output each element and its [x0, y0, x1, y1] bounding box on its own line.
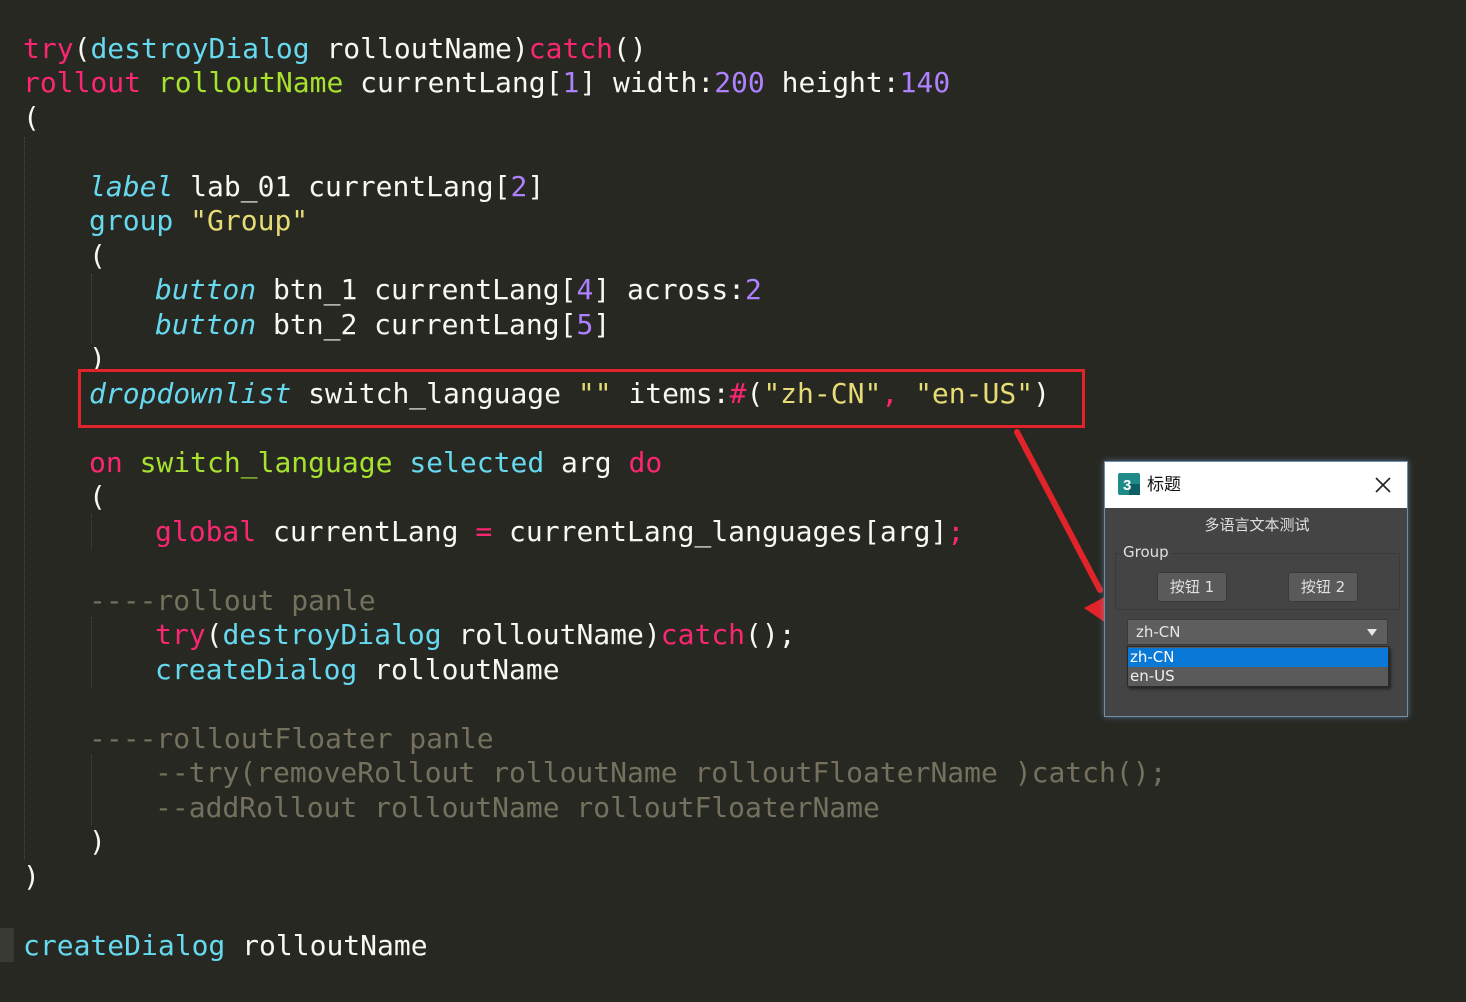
- label-lab-01: 多语言文本测试: [1204, 516, 1310, 534]
- dropdown-value: zh-CN: [1136, 623, 1181, 641]
- dialog-titlebar[interactable]: 3 标题: [1105, 462, 1407, 508]
- dropdown-option-en-us[interactable]: en-US: [1128, 667, 1388, 686]
- btn-1-button[interactable]: 按钮 1: [1157, 572, 1227, 602]
- switch-language-dropdown[interactable]: zh-CN: [1127, 619, 1388, 645]
- dropdown-arrow-icon: [1367, 629, 1377, 636]
- app-icon-glyph: 3: [1123, 477, 1131, 494]
- dropdown-option-zh-cn[interactable]: zh-CN: [1128, 648, 1388, 667]
- rollout-dialog: 3 标题 多语言文本测试 Group 按钮 1 按钮 2 zh-CN zh-CN…: [1104, 461, 1408, 717]
- dropdown-options-list: zh-CN en-US: [1127, 646, 1389, 687]
- close-icon[interactable]: [1373, 475, 1393, 495]
- 3ds-max-app-icon: 3: [1118, 473, 1140, 495]
- group-title: Group: [1121, 543, 1171, 561]
- dialog-title: 标题: [1147, 475, 1181, 495]
- btn-2-button[interactable]: 按钮 2: [1288, 572, 1358, 602]
